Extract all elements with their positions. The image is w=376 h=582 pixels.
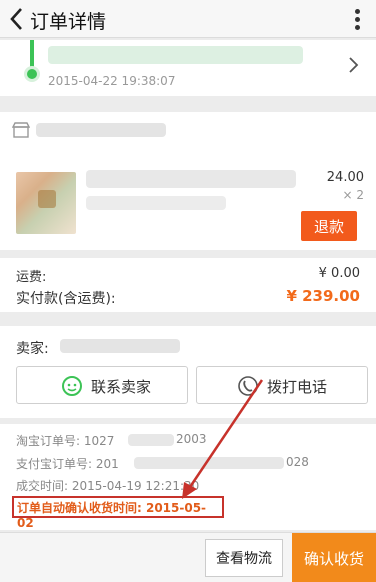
auto-confirm-time: 订单自动确认收货时间: 2015-05-02 [12,496,224,530]
taobao-order-no: 淘宝订单号: 1027 [16,434,115,448]
seller-name-blurred [60,339,180,353]
view-logistics-button[interactable]: 查看物流 [205,539,283,577]
taobao-no-blurred [128,434,174,446]
shop-name-blurred [36,123,166,137]
more-menu-icon[interactable] [350,6,364,32]
deal-time: 成交时间: 2015-04-19 12:21:30 [16,479,200,493]
logistics-status[interactable]: 2015-04-22 19:38:07 [0,40,376,96]
shipping-label: 运费: [16,270,47,285]
contact-seller-button[interactable]: 联系卖家 [16,366,188,404]
back-arrow-icon[interactable] [6,5,28,33]
timeline-dot [24,66,40,82]
refund-button[interactable]: 退款 [301,211,357,241]
seller-section: 卖家: 联系卖家 拨打电话 [0,326,376,418]
shipping-value: ¥ 0.00 [318,266,360,281]
page-title: 订单详情 [30,11,107,33]
alipay-order-no: 支付宝订单号: 201 [16,457,119,471]
call-phone-label: 拨打电话 [267,379,328,396]
unit-price: 24.00 [326,170,364,185]
quantity: × 2 [342,188,364,202]
logistics-time: 2015-04-22 19:38:07 [48,74,176,88]
product-image[interactable] [16,172,76,234]
product-spec-blurred [86,196,226,210]
chat-icon [62,376,82,396]
totals-section: 运费: ¥ 0.00 实付款(含运费): ¥ 239.00 [0,258,376,312]
alipay-no-blurred [134,457,284,469]
paid-label: 实付款(含运费): [16,291,116,307]
product-title-blurred[interactable] [86,170,296,188]
call-phone-button[interactable]: 拨打电话 [196,366,368,404]
logistics-text-blurred [48,46,303,64]
bottom-action-bar: 查看物流 确认收货 [0,532,376,582]
taobao-order-no-tail: 2003 [176,432,207,446]
seller-label: 卖家: [16,341,49,357]
top-bar: 订单详情 [0,0,376,38]
chevron-right-icon [349,57,359,73]
phone-icon [238,376,258,396]
shop-icon [12,122,30,138]
alipay-order-no-tail: 028 [286,455,309,469]
paid-value: ¥ 239.00 [286,287,360,305]
contact-seller-label: 联系卖家 [91,379,152,396]
confirm-receipt-button[interactable]: 确认收货 [292,533,376,582]
